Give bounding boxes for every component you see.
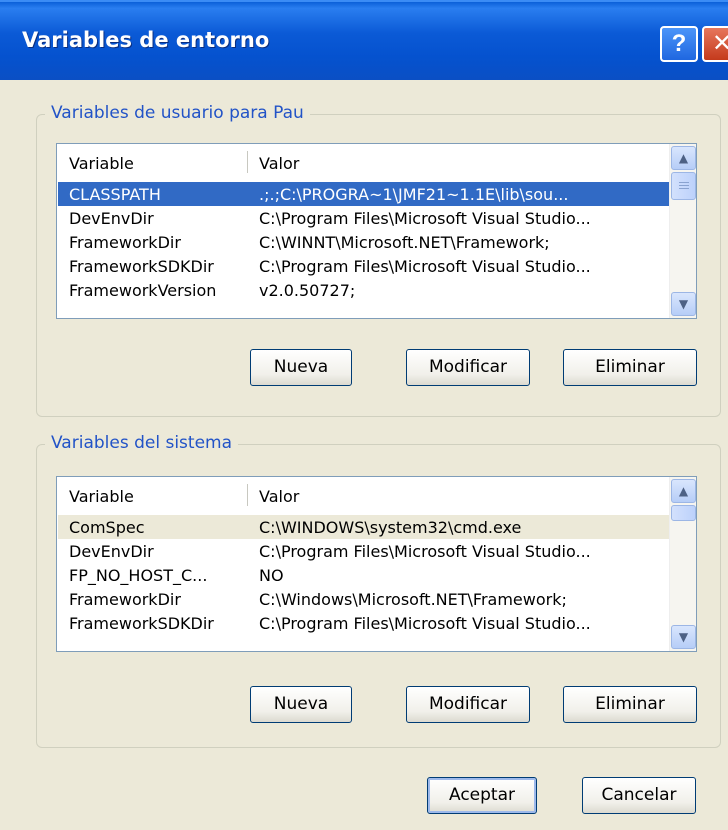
close-button[interactable]: ✕ xyxy=(702,26,728,62)
user-variables-list[interactable]: Variable Valor CLASSPATH .;.;C:\PROGRA~1… xyxy=(56,143,697,319)
system-variables-group: Variables del sistema Variable Valor Com… xyxy=(36,433,721,748)
list-header: Variable Valor xyxy=(58,478,669,514)
user-delete-button[interactable]: Eliminar xyxy=(563,349,697,386)
row-variable: FP_NO_HOST_C... xyxy=(69,566,208,585)
list-header: Variable Valor xyxy=(58,145,669,181)
row-variable: FrameworkDir xyxy=(69,590,181,609)
user-variables-group: Variables de usuario para Pau Variable V… xyxy=(36,103,721,417)
table-row[interactable]: FP_NO_HOST_C... NO xyxy=(58,563,669,587)
row-variable: FrameworkDir xyxy=(69,233,181,252)
column-header-variable[interactable]: Variable xyxy=(69,487,134,506)
user-variables-legend: Variables de usuario para Pau xyxy=(45,103,310,123)
scroll-up-icon[interactable]: ▲ xyxy=(671,146,696,170)
row-value: C:\Program Files\Microsoft Visual Studio… xyxy=(259,542,591,561)
column-header-valor[interactable]: Valor xyxy=(259,487,299,506)
cancel-button[interactable]: Cancelar xyxy=(582,777,696,814)
column-header-variable[interactable]: Variable xyxy=(69,154,134,173)
table-row[interactable]: DevEnvDir C:\Program Files\Microsoft Vis… xyxy=(58,539,669,563)
row-value: C:\Program Files\Microsoft Visual Studio… xyxy=(259,614,591,633)
ok-button[interactable]: Aceptar xyxy=(427,777,537,814)
row-variable: FrameworkSDKDir xyxy=(69,614,214,633)
window-title: Variables de entorno xyxy=(22,28,270,52)
row-variable: ComSpec xyxy=(69,518,145,537)
table-row[interactable]: DevEnvDir C:\Program Files\Microsoft Vis… xyxy=(58,206,669,230)
table-row[interactable]: FrameworkVersion v2.0.50727; xyxy=(58,278,669,302)
row-variable: DevEnvDir xyxy=(69,542,154,561)
row-variable: FrameworkSDKDir xyxy=(69,257,214,276)
scroll-down-icon[interactable]: ▼ xyxy=(671,625,696,649)
system-variables-list[interactable]: Variable Valor ComSpec C:\WINDOWS\system… xyxy=(56,476,697,652)
table-row[interactable]: FrameworkDir C:\WINNT\Microsoft.NET\Fram… xyxy=(58,230,669,254)
table-row[interactable]: ComSpec C:\WINDOWS\system32\cmd.exe xyxy=(58,515,669,539)
row-value: C:\WINDOWS\system32\cmd.exe xyxy=(259,518,522,537)
vertical-scrollbar[interactable]: ▲ ▼ xyxy=(669,144,696,318)
row-value: NO xyxy=(259,566,284,585)
row-variable: DevEnvDir xyxy=(69,209,154,228)
system-delete-button[interactable]: Eliminar xyxy=(563,686,697,723)
system-variables-legend: Variables del sistema xyxy=(45,433,239,453)
user-edit-button[interactable]: Modificar xyxy=(406,349,530,386)
scroll-up-icon[interactable]: ▲ xyxy=(671,479,696,503)
help-button[interactable]: ? xyxy=(660,26,698,62)
system-new-button[interactable]: Nueva xyxy=(250,686,352,723)
scroll-thumb[interactable] xyxy=(671,172,696,200)
column-header-valor[interactable]: Valor xyxy=(259,154,299,173)
table-row[interactable]: FrameworkDir C:\Windows\Microsoft.NET\Fr… xyxy=(58,587,669,611)
vertical-scrollbar[interactable]: ▲ ▼ xyxy=(669,477,696,651)
row-variable: FrameworkVersion xyxy=(69,281,217,300)
scroll-thumb[interactable] xyxy=(671,505,696,521)
system-edit-button[interactable]: Modificar xyxy=(406,686,530,723)
row-value: .;.;C:\PROGRA~1\JMF21~1.1E\lib\sou... xyxy=(259,185,569,204)
title-bar[interactable]: Variables de entorno ? ✕ xyxy=(0,0,728,80)
row-value: C:\Windows\Microsoft.NET\Framework; xyxy=(259,590,567,609)
row-value: C:\Program Files\Microsoft Visual Studio… xyxy=(259,257,591,276)
row-value: C:\Program Files\Microsoft Visual Studio… xyxy=(259,209,591,228)
user-new-button[interactable]: Nueva xyxy=(250,349,352,386)
table-row[interactable]: CLASSPATH .;.;C:\PROGRA~1\JMF21~1.1E\lib… xyxy=(58,182,669,206)
row-value: v2.0.50727; xyxy=(259,281,356,300)
table-row[interactable]: FrameworkSDKDir C:\Program Files\Microso… xyxy=(58,611,669,635)
scroll-down-icon[interactable]: ▼ xyxy=(671,292,696,316)
row-value: C:\WINNT\Microsoft.NET\Framework; xyxy=(259,233,550,252)
row-variable: CLASSPATH xyxy=(69,185,161,204)
table-row[interactable]: FrameworkSDKDir C:\Program Files\Microso… xyxy=(58,254,669,278)
